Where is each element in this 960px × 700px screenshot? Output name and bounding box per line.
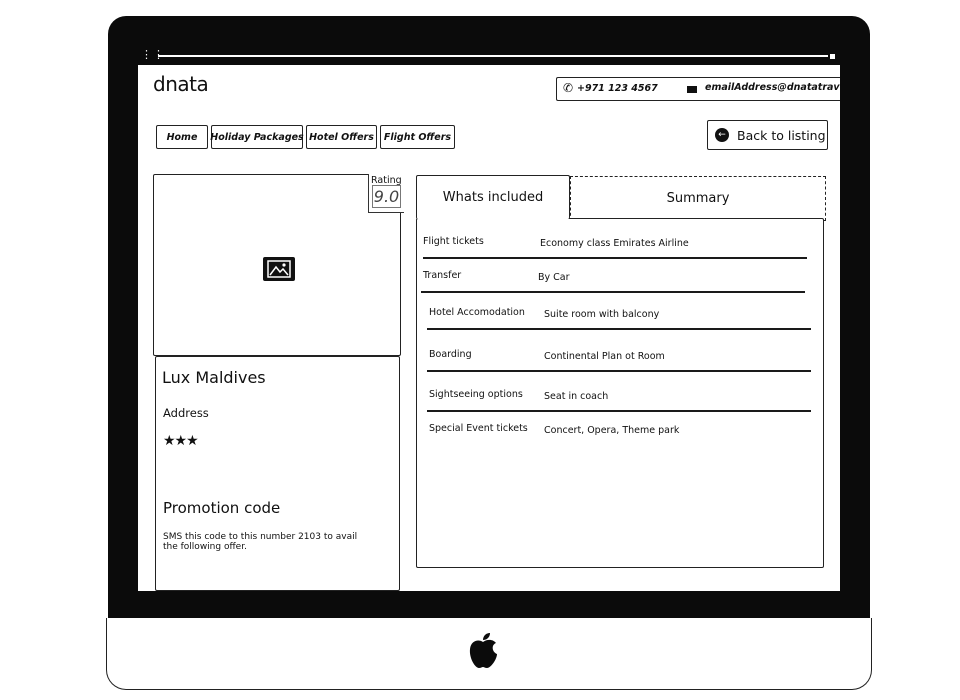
row-divider — [427, 328, 811, 330]
included-row: Hotel Accomodation Suite room with balco… — [417, 307, 819, 343]
included-label: Sightseeing options — [429, 389, 523, 400]
back-to-listing-button[interactable]: ← Back to listing — [707, 120, 828, 150]
promotion-title: Promotion code — [163, 499, 281, 517]
apple-logo-icon — [466, 632, 500, 676]
phone-number[interactable]: +971 123 4567 — [577, 83, 658, 94]
nav-home-label: Home — [166, 131, 198, 143]
nav-flight-offers[interactable]: Flight Offers — [380, 125, 455, 149]
brand-logo[interactable]: dnata — [153, 72, 209, 96]
nav-holiday-packages-label: Holiday Packages — [210, 131, 304, 143]
hotel-name: Lux Maldives — [162, 368, 266, 387]
arrow-left-icon: ← — [715, 128, 729, 142]
window-control-icon[interactable] — [830, 54, 835, 59]
included-value: Suite room with balcony — [544, 309, 660, 320]
hotel-image[interactable]: Rating 9.0 — [153, 174, 404, 356]
row-divider — [427, 370, 811, 372]
back-to-listing-label: Back to listing — [737, 127, 826, 143]
included-label: Boarding — [429, 349, 472, 360]
nav-home[interactable]: Home — [156, 125, 208, 149]
row-divider — [423, 257, 807, 259]
included-value: Concert, Opera, Theme park — [544, 425, 680, 436]
included-row: Transfer By Car — [417, 270, 819, 306]
included-label: Flight tickets — [423, 236, 484, 247]
included-row: Special Event tickets Concert, Opera, Th… — [417, 423, 819, 459]
address-bar[interactable] — [158, 55, 828, 57]
screen: ⋮⋮ dnata ✆ +971 123 4567 emailAddress@dn… — [138, 50, 840, 591]
tab-whats-included-label: Whats included — [442, 190, 544, 205]
included-label: Transfer — [423, 270, 462, 281]
included-label: Hotel Accomodation — [429, 307, 525, 318]
phone-icon: ✆ — [563, 81, 574, 95]
contact-bar: ✆ +971 123 4567 emailAddress@dnatatravel… — [556, 77, 840, 101]
nav-hotel-offers-label: Hotel Offers — [309, 131, 374, 143]
promotion-text: SMS this code to this number 2103 to ava… — [163, 532, 358, 552]
included-row: Sightseeing options Seat in coach — [417, 389, 819, 425]
included-label: Special Event tickets — [429, 423, 528, 434]
included-row: Flight tickets Economy class Emirates Ai… — [417, 236, 819, 272]
row-divider — [427, 410, 811, 412]
included-value: Continental Plan ot Room — [544, 351, 665, 362]
tab-summary-label: Summary — [666, 191, 730, 206]
included-panel: Flight tickets Economy class Emirates Ai… — [416, 218, 824, 568]
included-row: Boarding Continental Plan ot Room — [417, 349, 819, 385]
email-address[interactable]: emailAddress@dnatatravel.com — [705, 82, 840, 93]
window-titlebar: ⋮⋮ — [138, 50, 840, 65]
nav-holiday-packages[interactable]: Holiday Packages — [210, 125, 304, 149]
tab-whats-included[interactable]: Whats included — [416, 175, 570, 219]
included-value: Seat in coach — [544, 391, 609, 402]
image-placeholder-icon — [263, 257, 295, 281]
nav-hotel-offers[interactable]: Hotel Offers — [306, 125, 377, 149]
rating-badge: Rating 9.0 — [368, 174, 404, 213]
included-value: Economy class Emirates Airline — [540, 238, 689, 249]
tab-summary[interactable]: Summary — [570, 176, 826, 221]
rating-value: 9.0 — [372, 185, 401, 208]
star-rating: ★★★ — [163, 433, 199, 449]
included-value: By Car — [538, 272, 570, 283]
nav-flight-offers-label: Flight Offers — [383, 131, 452, 143]
mail-icon — [687, 86, 697, 93]
hotel-address: Address — [163, 406, 209, 420]
row-divider — [421, 291, 805, 293]
hotel-info-card: Lux Maldives Address ★★★ Promotion code … — [155, 356, 400, 591]
